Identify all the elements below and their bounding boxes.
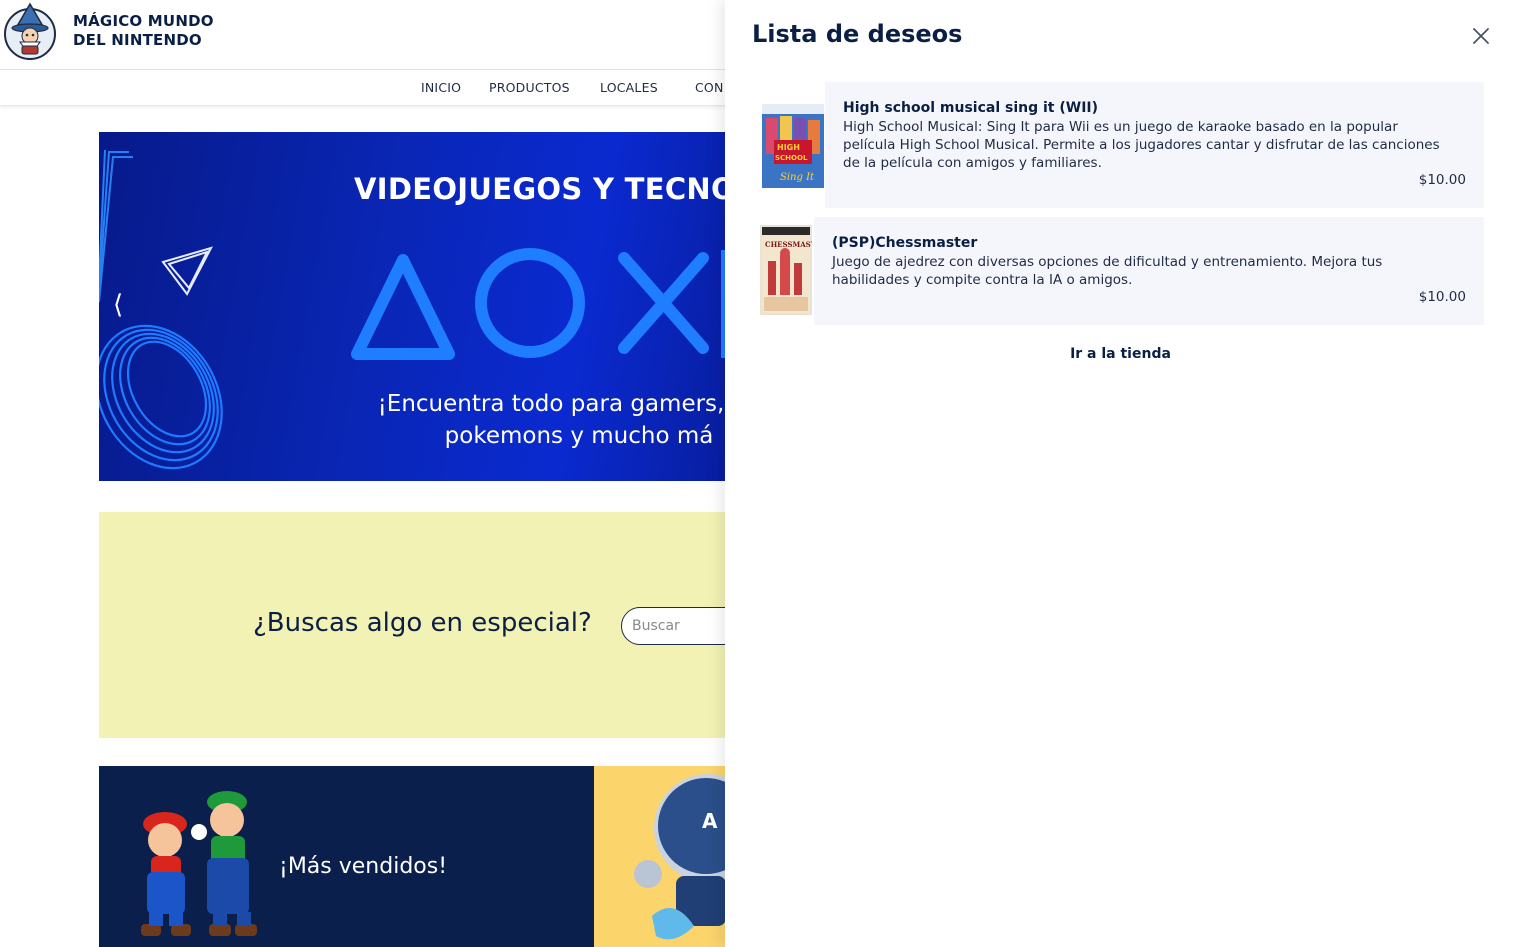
mario-luigi-illustration [141,791,257,936]
brand-name[interactable]: MÁGICO MUNDO DEL NINTENDO [73,12,214,50]
wishlist-item-details: (PSP)Chessmaster Juego de ajedrez con di… [814,217,1484,325]
svg-text:SCHOOL: SCHOOL [775,154,808,162]
svg-text:Sing It: Sing It [780,172,815,183]
brand-line-2: DEL NINTENDO [73,31,202,49]
hero-carousel: VIDEOJUEGOS Y TECNO ¡Encuentra todo para… [99,132,725,481]
funko-card[interactable]: A [594,766,725,947]
svg-text:A: A [702,809,718,833]
search-section: ¿Buscas algo en especial? [99,512,781,738]
hero-subtitle: ¡Encuentra todo para gamers, fans pokemo… [377,391,725,449]
nav-item-inicio[interactable]: INICIO [421,80,461,95]
nav-item-locales[interactable]: LOCALES [600,80,658,95]
svg-text:HIGH: HIGH [777,143,800,152]
go-to-store-link[interactable]: Ir a la tienda [725,346,1516,362]
search-heading: ¿Buscas algo en especial? [253,608,592,638]
wishlist-item-description: High School Musical: Sing It para Wii es… [843,119,1440,171]
wishlist-item[interactable]: HIGH SCHOOL Sing It High school musical … [760,82,1484,208]
wishlist-title: Lista de deseos [752,20,963,48]
close-icon[interactable] [1469,24,1493,48]
wishlist-item-name[interactable]: High school musical sing it (WII) [843,100,1098,116]
wishlist-drawer: Lista de deseos HIGH SCHOOL Sing It High… [725,0,1516,947]
best-sellers-card[interactable]: ¡Más vendidos! [99,766,594,947]
wishlist-item-price: $10.00 [1418,172,1466,188]
wishlist-item-name[interactable]: (PSP)Chessmaster [832,235,977,251]
wizard-logo-icon[interactable] [2,2,58,60]
product-thumbnail[interactable]: CHESSMASTER [760,225,812,315]
wishlist-item-description: Juego de ajedrez con diversas opciones d… [832,254,1383,288]
best-sellers-label: ¡Más vendidos! [279,854,448,879]
chevron-left-icon[interactable]: ⟨ [113,290,123,320]
product-thumbnail[interactable]: HIGH SCHOOL Sing It [760,100,826,190]
svg-text:CHESSMASTER: CHESSMASTER [765,240,812,249]
wishlist-item[interactable]: CHESSMASTER (PSP)Chessmaster Juego de aj… [760,217,1484,325]
nav-item-productos[interactable]: PRODUCTOS [489,80,570,95]
brand-line-1: MÁGICO MUNDO [73,12,214,30]
wishlist-item-details: High school musical sing it (WII) High S… [825,82,1484,208]
wishlist-item-price: $10.00 [1418,289,1466,305]
nav-item-contacto[interactable]: CON [695,80,724,95]
hero-title: VIDEOJUEGOS Y TECNO [354,172,725,206]
captain-america-funko-illustration: A [634,774,725,940]
page: MÁGICO MUNDO DEL NINTENDO INICIO PRODUCT… [0,0,1516,947]
